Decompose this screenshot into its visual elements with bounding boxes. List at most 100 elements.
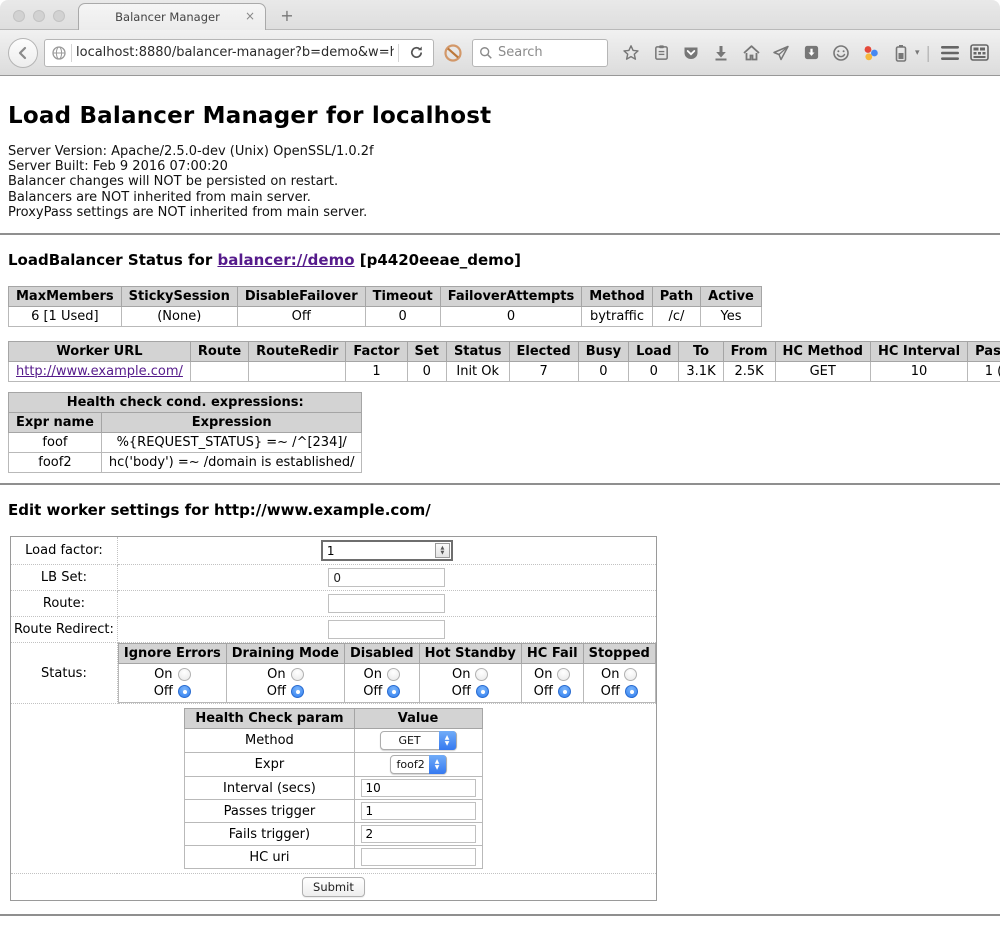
window-zoom-button[interactable] (53, 10, 65, 22)
window-close-button[interactable] (13, 10, 25, 22)
load-factor-input[interactable] (327, 544, 435, 558)
worker-url-link[interactable]: http://www.example.com/ (16, 364, 183, 379)
col-status: Status (446, 342, 509, 362)
radio-hot-standby-off[interactable] (476, 685, 489, 698)
window-controls[interactable] (13, 10, 65, 22)
hc-method-label: Method (185, 729, 354, 753)
hc-passes-row: Passes trigger (185, 800, 482, 823)
page-content: Load Balancer Manager for localhost Serv… (0, 76, 1000, 926)
content-blocked-icon[interactable] (440, 40, 466, 66)
radio-draining-mode-on[interactable] (291, 668, 304, 681)
radio-disabled-off[interactable] (387, 685, 400, 698)
browser-window: Balancer Manager × + (0, 0, 1000, 927)
server-built-line: Server Built: Feb 9 2016 07:00:20 (8, 159, 1000, 174)
search-bar[interactable] (472, 39, 608, 67)
proxypass-notice-line: ProxyPass settings are NOT inherited fro… (8, 205, 1000, 220)
radio-stopped-on[interactable] (624, 668, 637, 681)
menu-hamburger-icon[interactable] (937, 40, 963, 66)
send-icon[interactable] (768, 40, 794, 66)
col-route: Route (190, 342, 248, 362)
back-button[interactable] (8, 38, 38, 68)
col-busy: Busy (578, 342, 628, 362)
chat-smiley-icon[interactable] (828, 40, 854, 66)
pocket-icon[interactable] (678, 40, 704, 66)
expr-select[interactable]: foof2 ▲▼ (390, 755, 447, 774)
col-load: Load (629, 342, 679, 362)
hc-interval-input[interactable] (361, 779, 476, 797)
col-worker-url: Worker URL (9, 342, 191, 362)
col-timeout: Timeout (365, 287, 440, 307)
cell-set: 0 (407, 362, 446, 382)
col-stopped: Stopped (583, 644, 655, 664)
col-expression: Expression (101, 413, 362, 433)
browser-tab[interactable]: Balancer Manager × (78, 3, 266, 30)
cell-status: Init Ok (446, 362, 509, 382)
status-cell-stopped: On Off (583, 664, 655, 703)
route-row: Route: (11, 591, 657, 617)
submit-button[interactable]: Submit (302, 877, 365, 897)
url-bar[interactable] (44, 39, 434, 67)
route-redirect-input[interactable] (328, 620, 445, 639)
on-label: On (452, 667, 470, 682)
home-icon[interactable] (738, 40, 764, 66)
col-hc-value: Value (354, 709, 482, 729)
balancer-status-heading: LoadBalancer Status for balancer://demo … (8, 251, 992, 269)
lb-set-input[interactable] (328, 568, 445, 587)
off-label: Off (452, 684, 471, 699)
cell-busy: 0 (578, 362, 628, 382)
toolbar-separator: | (926, 43, 931, 62)
on-label: On (601, 667, 619, 682)
radio-hot-standby-on[interactable] (475, 668, 488, 681)
radio-stopped-off[interactable] (625, 685, 638, 698)
route-input[interactable] (328, 594, 445, 613)
radio-hc-fail-off[interactable] (558, 685, 571, 698)
radio-hc-fail-on[interactable] (557, 668, 570, 681)
stepper-down-icon: ▼ (435, 765, 440, 771)
colored-dots-icon[interactable] (858, 40, 884, 66)
col-disabled: Disabled (344, 644, 419, 664)
url-input[interactable] (76, 45, 394, 60)
extension-box-icon[interactable] (798, 40, 824, 66)
hc-condition-row: foof %{REQUEST_STATUS} =~ /^[234]/ (9, 433, 362, 453)
status-cell-hot-standby: On Off (419, 664, 521, 703)
radio-draining-mode-off[interactable] (291, 685, 304, 698)
toolbar-icons: ▾ | (618, 40, 993, 66)
radio-ignore-errors-on[interactable] (178, 668, 191, 681)
downloads-icon[interactable] (708, 40, 734, 66)
hc-uri-input[interactable] (361, 848, 476, 866)
hc-passes-input[interactable] (361, 802, 476, 820)
new-tab-button[interactable]: + (276, 6, 298, 26)
lb-set-row: LB Set: (11, 565, 657, 591)
col-to: To (679, 342, 723, 362)
cell-from: 2.5K (723, 362, 775, 382)
tab-close-icon[interactable]: × (242, 9, 258, 25)
search-input[interactable] (498, 45, 593, 60)
server-version-line: Server Version: Apache/2.5.0-dev (Unix) … (8, 144, 1000, 159)
divider-rule-3 (0, 914, 1000, 916)
radio-disabled-on[interactable] (387, 668, 400, 681)
bookmark-star-icon[interactable] (618, 40, 644, 66)
reload-button[interactable] (403, 40, 429, 66)
hc-uri-label: HC uri (185, 846, 354, 869)
off-label: Off (267, 684, 286, 699)
hc-params-table: Health Check param Value Method GET ▲▼ (184, 708, 482, 869)
balancer-status-row: 6 [1 Used] (None) Off 0 0 bytraffic /c/ … (9, 307, 762, 327)
edit-worker-heading: Edit worker settings for http://www.exam… (8, 501, 992, 519)
off-label: Off (154, 684, 173, 699)
hc-fails-input[interactable] (361, 825, 476, 843)
radio-ignore-errors-off[interactable] (178, 685, 191, 698)
globe-icon (51, 45, 67, 61)
spinner-down-icon[interactable]: ▼ (440, 551, 444, 556)
expr-select-value: foof2 (391, 758, 429, 771)
method-select[interactable]: GET ▲▼ (380, 731, 457, 750)
lb-set-label: LB Set: (11, 565, 118, 591)
reading-list-icon[interactable] (648, 40, 674, 66)
divider-rule-1 (0, 233, 1000, 235)
balancer-link[interactable]: balancer://demo (217, 251, 354, 269)
overflow-caret-icon[interactable]: ▾ (915, 48, 920, 58)
window-minimize-button[interactable] (33, 10, 45, 22)
number-spinner-icon[interactable]: ▲▼ (435, 543, 450, 558)
col-factor: Factor (346, 342, 407, 362)
battery-icon[interactable] (888, 40, 914, 66)
grid-icon[interactable] (967, 40, 993, 66)
